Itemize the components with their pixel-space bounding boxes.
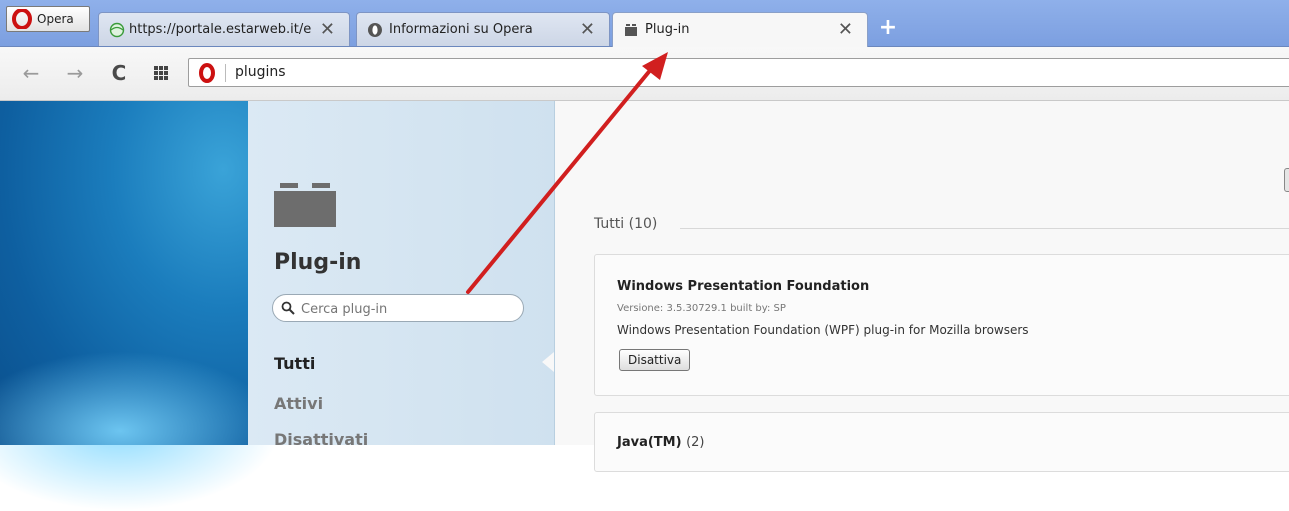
close-tab-icon[interactable]: ✕ xyxy=(580,19,595,40)
plugin-version: Versione: 3.5.30729.1 built by: SP xyxy=(617,303,786,314)
navigation-bar: ← → C plugins xyxy=(0,47,1289,101)
desktop-wallpaper xyxy=(0,101,280,511)
scrollbar-edge[interactable] xyxy=(1284,168,1289,192)
sidebar-item-tutti[interactable]: Tutti xyxy=(274,354,315,373)
section-heading: Tutti (10) xyxy=(594,216,658,232)
tab-title: Plug-in xyxy=(645,22,690,37)
search-input[interactable] xyxy=(299,299,513,319)
address-bar[interactable]: plugins xyxy=(188,58,1289,87)
plugin-brick-icon xyxy=(274,183,336,227)
tab-plugin[interactable]: Plug-in ✕ xyxy=(612,12,868,47)
close-tab-icon[interactable]: ✕ xyxy=(320,19,335,40)
opera-badge-icon xyxy=(199,63,215,83)
tab-title: https://portale.estarweb.it/e xyxy=(129,22,312,37)
opera-icon xyxy=(368,23,382,37)
tab-estarweb[interactable]: https://portale.estarweb.it/e ✕ xyxy=(98,12,350,46)
reload-icon[interactable]: C xyxy=(106,60,132,86)
sidebar-item-attivi[interactable]: Attivi xyxy=(274,394,323,413)
opera-menu-label: Opera xyxy=(37,12,74,26)
section-divider xyxy=(680,228,1289,229)
plugin-card: Java(TM) (2) xyxy=(594,412,1289,472)
tab-title: Informazioni su Opera xyxy=(389,22,533,37)
page-title: Plug-in xyxy=(274,250,362,275)
back-arrow-icon[interactable]: ← xyxy=(18,60,44,86)
search-icon xyxy=(281,301,295,315)
tab-informazioni[interactable]: Informazioni su Opera ✕ xyxy=(356,12,610,46)
disable-button[interactable]: Disattiva xyxy=(619,349,691,371)
globe-icon xyxy=(109,22,125,38)
opera-logo-icon xyxy=(12,9,32,29)
address-text[interactable]: plugins xyxy=(235,64,286,80)
close-tab-icon[interactable]: ✕ xyxy=(838,19,853,40)
speed-dial-icon[interactable] xyxy=(148,60,174,86)
plugin-description: Windows Presentation Foundation (WPF) pl… xyxy=(617,323,1029,337)
search-box[interactable] xyxy=(272,294,524,322)
new-tab-button[interactable]: + xyxy=(876,16,900,40)
plugin-name-row: Java(TM) (2) xyxy=(617,435,705,450)
plugin-name: Java(TM) xyxy=(617,435,682,450)
plugin-icon xyxy=(625,24,637,36)
plugin-name: Windows Presentation Foundation xyxy=(617,279,870,294)
forward-arrow-icon[interactable]: → xyxy=(62,60,88,86)
wallpaper-swoosh xyxy=(0,351,280,511)
tab-bar: Opera https://portale.estarweb.it/e ✕ In… xyxy=(0,0,1289,47)
sidebar-item-disattivati[interactable]: Disattivati xyxy=(274,430,368,449)
selection-pointer xyxy=(542,352,554,372)
plugin-count: (2) xyxy=(686,435,705,450)
address-separator xyxy=(225,64,226,82)
plugin-card: Windows Presentation Foundation Versione… xyxy=(594,254,1289,396)
opera-menu-button[interactable]: Opera xyxy=(6,6,90,32)
